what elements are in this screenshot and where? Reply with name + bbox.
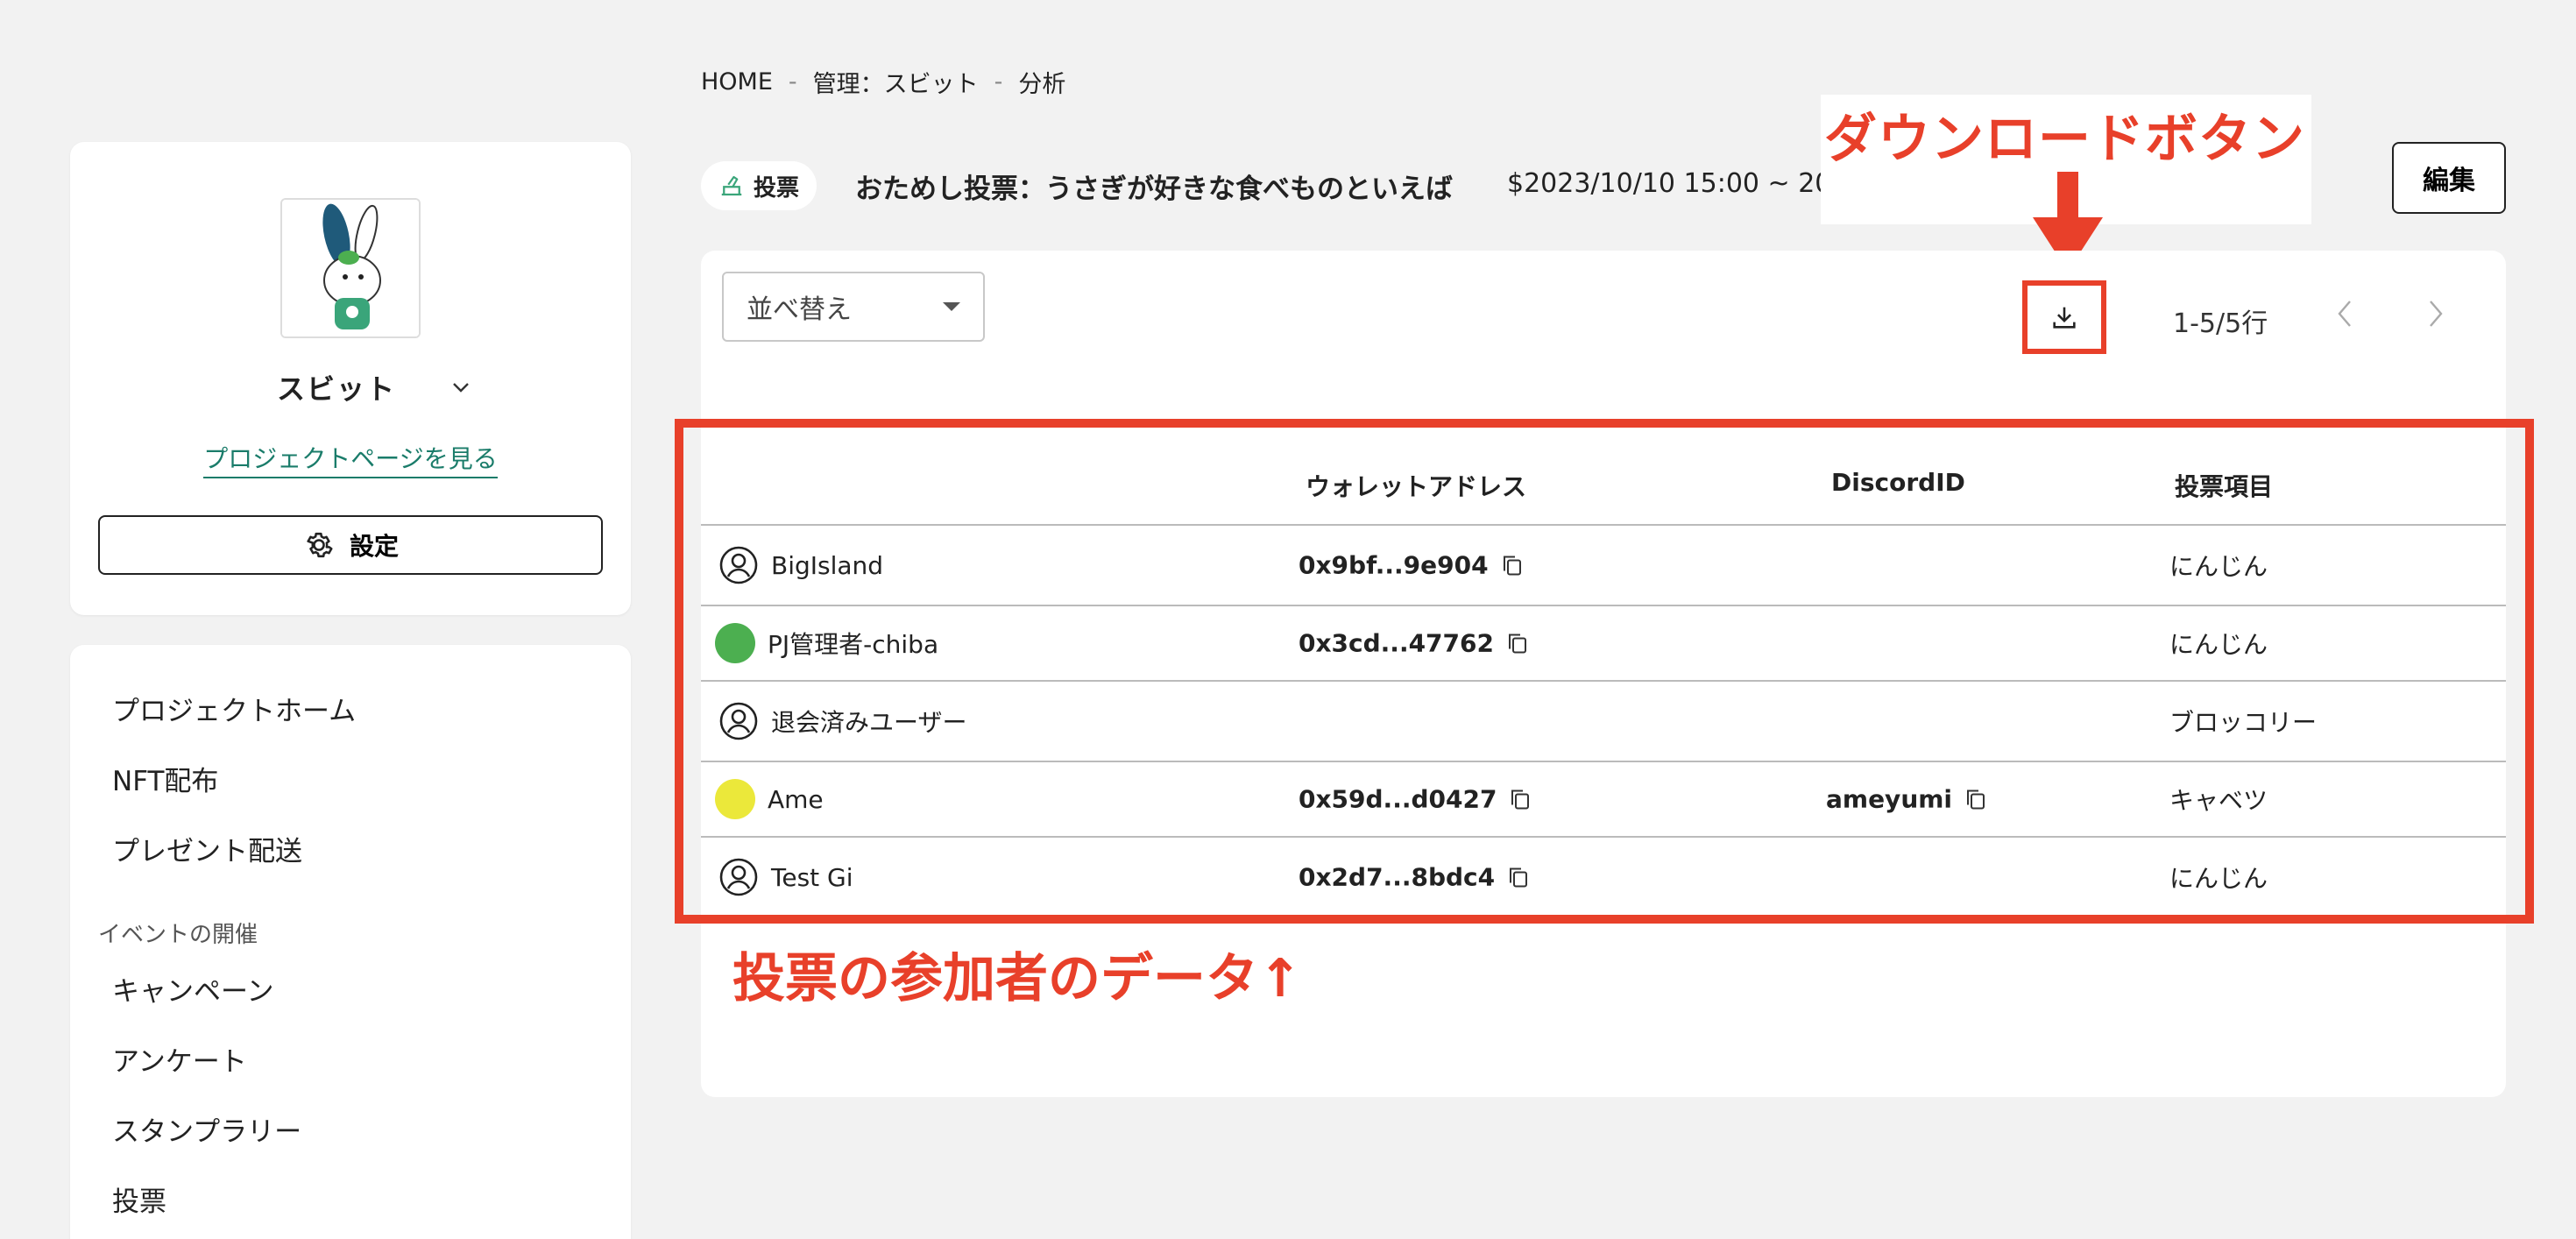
- user-outline-icon: [719, 702, 758, 740]
- chevron-left-icon: [2338, 301, 2351, 327]
- sidebar-section-events: イベントの開催: [98, 922, 258, 948]
- sidebar-item-project-home[interactable]: プロジェクトホーム: [112, 689, 356, 728]
- vote-item-cell: にんじん: [2169, 860, 2268, 895]
- sidebar-nav: プロジェクトホーム NFT配布 プレゼント配送 イベントの開催 キャンペーン ア…: [70, 645, 631, 1239]
- sidebar-item-stamp-rally[interactable]: スタンプラリー: [112, 1109, 301, 1149]
- edit-button[interactable]: 編集: [2392, 142, 2506, 214]
- pagination-info: 1-5/5行: [2173, 308, 2268, 339]
- sidebar-item-nft[interactable]: NFT配布: [112, 759, 218, 798]
- breadcrumb-separator: -: [994, 68, 1003, 96]
- user-outline-icon: [719, 858, 758, 896]
- table-row: PJ管理者-chiba 0x3cd...47762 にんじん: [701, 606, 2506, 682]
- user-cell: 退会済みユーザー: [718, 701, 966, 741]
- vote-type-badge: 投票: [701, 161, 817, 210]
- participants-table: ウォレットアドレス DiscordID 投票項目 BigIsland 0x9bf…: [701, 435, 2506, 918]
- discord-id: ameyumi: [1826, 784, 1953, 814]
- project-page-link-row: プロジェクトページを見る: [70, 440, 631, 478]
- vote-item-cell: にんじん: [2169, 626, 2268, 661]
- user-avatar: [715, 779, 755, 819]
- vote-item-cell: キャベツ: [2169, 782, 2268, 817]
- breadcrumb-separator: -: [788, 68, 797, 96]
- breadcrumb: HOME - 管理：スビット - 分析: [701, 65, 1065, 99]
- annotation-table-caption: 投票の参加者のデータ↑: [732, 948, 1303, 1009]
- rabbit-mascot-image: [282, 200, 419, 336]
- wallet-address: 0x9bf...9e904: [1299, 550, 1489, 580]
- sidebar-item-present[interactable]: プレゼント配送: [112, 829, 302, 868]
- user-name: BigIsland: [771, 550, 884, 580]
- user-avatar: [715, 623, 755, 663]
- user-name: 退会済みユーザー: [771, 708, 967, 737]
- vote-item: キャベツ: [2169, 786, 2268, 815]
- table-header: ウォレットアドレス DiscordID 投票項目: [701, 435, 2506, 526]
- download-icon: [2053, 307, 2076, 329]
- user-outline-icon: [719, 546, 758, 584]
- sort-select[interactable]: 並べ替え: [722, 272, 985, 342]
- copy-icon[interactable]: [1501, 553, 1524, 577]
- table-row: 退会済みユーザー ブロッコリー: [701, 682, 2506, 762]
- gear-icon: [307, 532, 333, 558]
- wallet-cell: 0x9bf...9e904: [1299, 551, 1524, 580]
- sort-select-label: 並べ替え: [747, 294, 852, 325]
- user-name: PJ管理者-chiba: [768, 630, 939, 659]
- wallet-address: 0x2d7...8bdc4: [1299, 862, 1496, 892]
- project-selector[interactable]: スビット: [70, 361, 631, 414]
- vote-item-cell: にんじん: [2169, 548, 2268, 583]
- column-header-discord: DiscordID: [1831, 468, 1965, 497]
- user-cell: BigIsland: [718, 545, 883, 585]
- discord-cell: ameyumi: [1826, 785, 1987, 814]
- column-header-item: 投票項目: [2175, 472, 2274, 501]
- project-avatar: [280, 198, 421, 338]
- copy-icon[interactable]: [1507, 865, 1530, 889]
- settings-label: 設定: [349, 532, 399, 561]
- copy-icon[interactable]: [1506, 631, 1529, 655]
- annotation-download-label: ダウンロードボタン: [1824, 109, 2305, 170]
- caret-down-icon: [943, 302, 960, 311]
- wallet-address: 0x59d...d0427: [1299, 784, 1497, 814]
- chevron-right-icon: [2430, 301, 2443, 327]
- table-row: BigIsland 0x9bf...9e904 にんじん: [701, 526, 2506, 606]
- copy-icon[interactable]: [1509, 787, 1532, 811]
- page-title: おためし投票：うさぎが好きな食べものといえば: [855, 173, 1453, 205]
- column-header-wallet: ウォレットアドレス: [1306, 472, 1527, 501]
- project-page-link[interactable]: プロジェクトページを見る: [203, 444, 498, 478]
- project-name: スビット: [276, 372, 396, 406]
- vote-item: にんじん: [2169, 552, 2268, 581]
- breadcrumb-admin[interactable]: 管理：スビット: [813, 65, 979, 99]
- table-row: Test Gi 0x2d7...8bdc4 にんじん: [701, 838, 2506, 918]
- table-row: Ame 0x59d...d0427 ameyumi キャベツ: [701, 762, 2506, 838]
- breadcrumb-analysis: 分析: [1018, 71, 1066, 98]
- user-cell: PJ管理者-chiba: [715, 623, 938, 663]
- vote-item: ブロッコリー: [2169, 708, 2318, 737]
- previous-page-button[interactable]: [2327, 296, 2362, 331]
- wallet-cell: 0x59d...d0427: [1299, 785, 1532, 814]
- wallet-cell: 0x3cd...47762: [1299, 629, 1529, 658]
- vote-badge-label: 投票: [754, 174, 800, 202]
- wallet-address: 0x3cd...47762: [1299, 628, 1494, 658]
- sidebar-item-survey[interactable]: アンケート: [112, 1039, 247, 1079]
- breadcrumb-home[interactable]: HOME: [701, 68, 773, 96]
- project-profile-card: スビット プロジェクトページを見る 設定: [70, 142, 631, 615]
- user-cell: Test Gi: [718, 857, 853, 897]
- next-page-button[interactable]: [2418, 296, 2453, 331]
- user-name: Test Gi: [771, 862, 853, 892]
- settings-button[interactable]: 設定: [98, 515, 603, 575]
- download-button[interactable]: [2022, 280, 2106, 354]
- user-name: Ame: [768, 784, 824, 814]
- vote-item: にんじん: [2169, 630, 2268, 659]
- vote-item-cell: ブロッコリー: [2169, 704, 2317, 739]
- vote-item: にんじん: [2169, 864, 2268, 893]
- sidebar-item-campaign[interactable]: キャンペーン: [112, 969, 273, 1009]
- user-cell: Ame: [715, 779, 824, 819]
- wallet-cell: 0x2d7...8bdc4: [1299, 863, 1530, 892]
- sidebar-item-vote[interactable]: 投票: [112, 1179, 166, 1219]
- ballot-box-icon: [721, 175, 742, 196]
- copy-icon[interactable]: [1964, 787, 1987, 811]
- chevron-down-icon[interactable]: [449, 375, 473, 400]
